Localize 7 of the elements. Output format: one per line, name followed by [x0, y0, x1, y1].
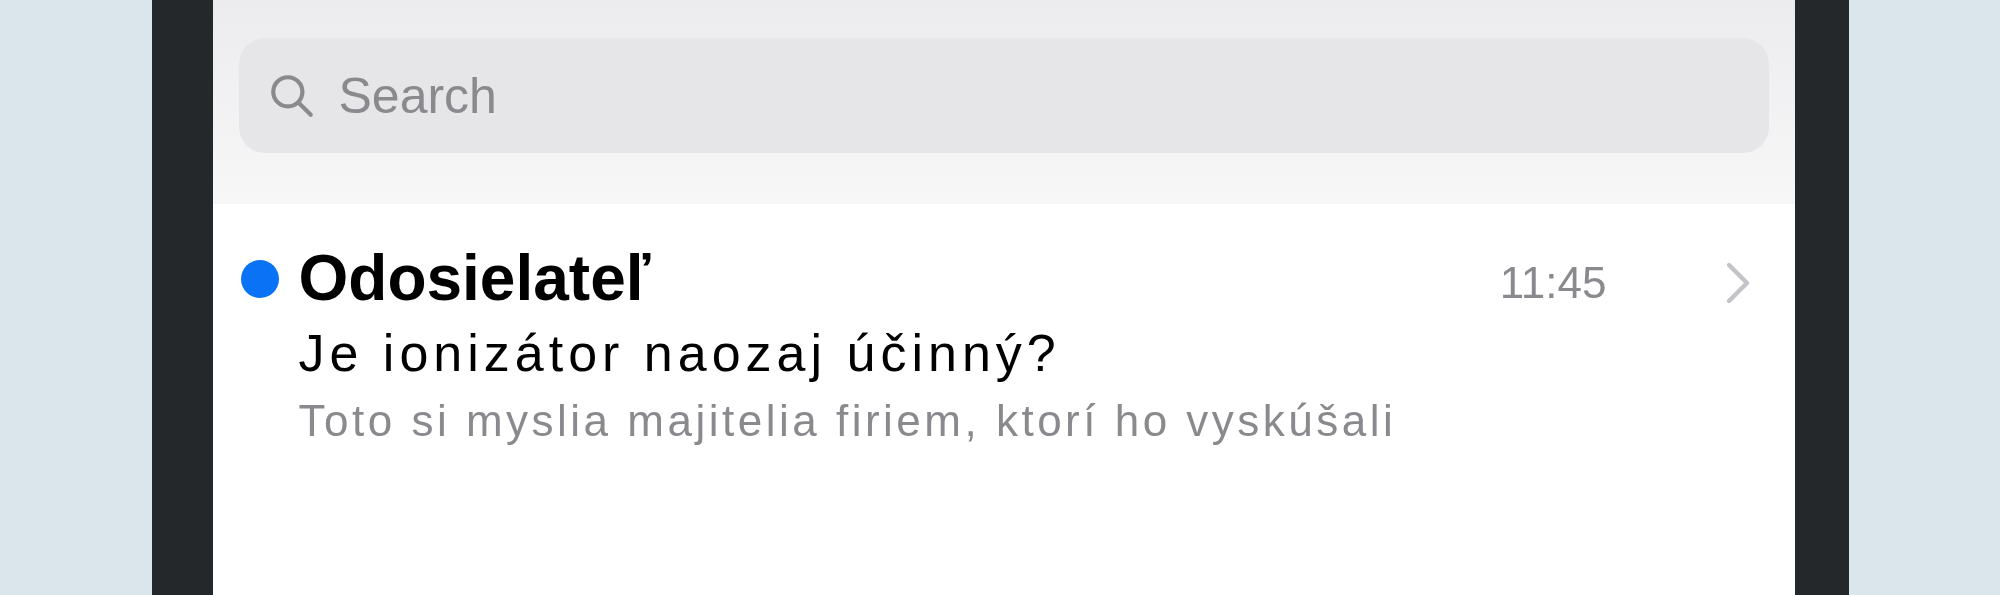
message-preview: Toto si myslia majitelia firiem, ktorí ho vyskúšali	[298, 395, 1398, 447]
message-subject: Je ionizátor naozaj účinný?	[298, 323, 1062, 384]
sender-name: Odosielateľ	[298, 241, 652, 316]
search-field[interactable]: Search	[238, 38, 1769, 153]
chevron-right-icon	[1724, 261, 1751, 305]
message-time: 11:45	[1499, 257, 1607, 309]
message-row[interactable]: Odosielateľ 11:45 Je ionizátor naozaj účinný? Toto si myslia majitelia firiem, ktorí ho vyskúšali	[212, 204, 1795, 454]
